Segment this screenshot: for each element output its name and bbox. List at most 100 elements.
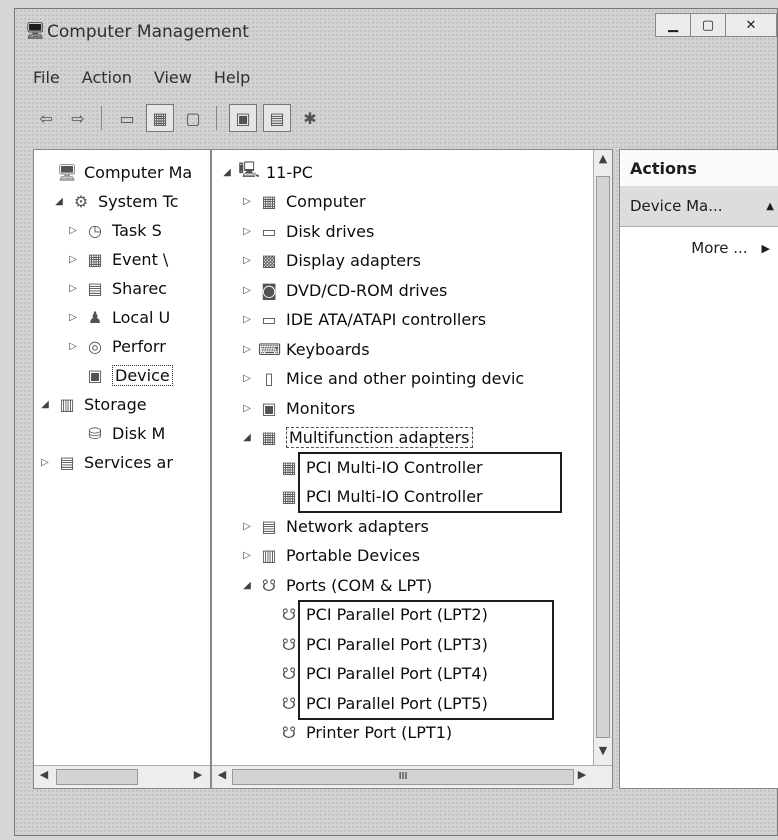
tree-item[interactable]: ▷ ▤ Services ar: [38, 448, 173, 476]
tree-item-label: Disk M: [112, 423, 166, 443]
device-manager-icon: ▣: [87, 365, 103, 385]
expand-arrow-icon[interactable]: ▷: [240, 344, 254, 355]
back-button[interactable]: ⇦: [33, 105, 59, 131]
tree-item[interactable]: ▷ ▤ Sharec: [66, 274, 167, 302]
expand-arrow-icon[interactable]: ▷: [38, 457, 52, 468]
tree-item[interactable]: ▷ ♟ Local U: [66, 303, 170, 331]
title-bar[interactable]: 🖥 Computer Management ▁ ▢ ✕: [15, 9, 777, 53]
tree-item[interactable]: 🖥 Computer Ma: [38, 158, 192, 186]
expand-arrow-icon[interactable]: ▷: [240, 285, 254, 296]
collapse-icon[interactable]: ▲: [766, 201, 774, 212]
scroll-right-icon[interactable]: ▶: [574, 768, 590, 781]
expand-arrow-icon[interactable]: ▷: [240, 373, 254, 384]
scroll-left-icon[interactable]: ◀: [214, 768, 230, 781]
expand-arrow-icon[interactable]: ▷: [66, 341, 80, 352]
computer-management-icon: 🖥: [25, 21, 46, 40]
device-horizontal-scrollbar[interactable]: ◀ III ▶: [212, 765, 612, 788]
menu-view[interactable]: View: [154, 68, 192, 87]
expand-arrow-icon[interactable]: ▷: [240, 314, 254, 325]
expand-arrow-icon[interactable]: ▷: [66, 312, 80, 323]
collapse-arrow-icon[interactable]: ◢: [52, 196, 66, 207]
maximize-button[interactable]: ▢: [690, 13, 726, 37]
tree-item-label: Disk drives: [286, 221, 375, 241]
minimize-button[interactable]: ▁: [655, 13, 691, 37]
scroll-left-icon[interactable]: ◀: [36, 768, 52, 781]
keyboard-icon: ⌨: [258, 339, 282, 359]
expand-arrow-icon[interactable]: ▷: [240, 196, 254, 207]
tree-item[interactable]: ◢ ▥ Storage: [38, 390, 146, 418]
console-icon: ▤: [269, 108, 285, 128]
menu-help[interactable]: Help: [214, 68, 250, 87]
network-adapter-icon: ▤: [261, 516, 277, 536]
system-tools-icon: ⚙: [73, 191, 89, 211]
tree-item[interactable]: ▷ ▩ Display adapters: [240, 247, 421, 275]
expand-arrow-icon[interactable]: ▷: [66, 254, 80, 265]
tree-item[interactable]: ▷ ▦ Computer: [240, 188, 365, 216]
scroll-up-icon[interactable]: ▲: [594, 152, 612, 172]
console-button[interactable]: ▤: [263, 104, 291, 132]
tree-item[interactable]: ◢ ⚙ System Tc: [52, 187, 178, 215]
actions-more-item[interactable]: More ... ▶: [620, 234, 778, 262]
tree-item[interactable]: ◢ ▦ Multifunction adapters: [240, 424, 473, 452]
tree-item[interactable]: ▷ ◙ DVD/CD-ROM drives: [240, 276, 447, 304]
scrollbar-thumb[interactable]: [56, 769, 138, 785]
tree-item[interactable]: ▣ Device: [66, 361, 173, 389]
tree-item[interactable]: ▷ ◷ Task S: [66, 216, 162, 244]
tree-item[interactable]: ▷ ▤ Network adapters: [240, 512, 429, 540]
scroll-down-icon[interactable]: ▼: [594, 744, 612, 764]
controller-icon: ▦: [281, 487, 297, 506]
scrollbar-thumb[interactable]: III: [232, 769, 574, 785]
tree-item[interactable]: ▷ ◎ Perforr: [66, 332, 166, 360]
scan-hardware-button[interactable]: ✱: [297, 105, 323, 131]
actions-section-device-manager[interactable]: Device Ma... ▲: [620, 186, 778, 227]
tree-item[interactable]: ▷ ▭ IDE ATA/ATAPI controllers: [240, 306, 486, 334]
tree-item[interactable]: ☋ Printer Port (LPT1): [260, 719, 452, 747]
tree-item[interactable]: ▷ ⌨ Keyboards: [240, 335, 369, 363]
expand-arrow-icon[interactable]: ▷: [240, 403, 254, 414]
services-icon: ▤: [59, 452, 75, 472]
multi-io-highlight-box: [298, 452, 562, 513]
port-icon: ☋: [281, 664, 297, 683]
help-button[interactable]: ▣: [229, 104, 257, 132]
tree-item[interactable]: ▷ ▥ Portable Devices: [240, 542, 420, 570]
tree-item[interactable]: ◢ 🖳 11-PC: [220, 158, 313, 186]
scroll-right-icon[interactable]: ▶: [190, 768, 206, 781]
tree-item[interactable]: ▷ ▣ Monitors: [240, 394, 355, 422]
submenu-arrow-icon: ▶: [761, 241, 770, 255]
tree-item[interactable]: ▷ ▯ Mice and other pointing devic: [240, 365, 524, 393]
left-horizontal-scrollbar[interactable]: ◀ ▶: [34, 765, 210, 788]
tree-item-label: Display adapters: [286, 251, 422, 270]
port-icon: ☋: [281, 723, 297, 742]
close-button[interactable]: ✕: [725, 13, 777, 37]
disk-drive-icon: ▭: [261, 221, 277, 241]
tree-item[interactable]: ◢ ☋ Ports (COM & LPT): [240, 571, 432, 599]
up-button[interactable]: ▭: [114, 105, 140, 131]
tree-item-label: Services ar: [84, 452, 173, 472]
menu-action[interactable]: Action: [82, 68, 132, 87]
show-hide-tree-button[interactable]: ▦: [146, 104, 174, 132]
expand-arrow-icon[interactable]: ▷: [66, 225, 80, 236]
vertical-scrollbar[interactable]: ▲ ▼: [593, 150, 612, 766]
collapse-arrow-icon[interactable]: ◢: [220, 167, 234, 178]
actions-header: Actions: [620, 150, 778, 187]
collapse-arrow-icon[interactable]: ◢: [240, 432, 254, 443]
expand-arrow-icon[interactable]: ▷: [240, 226, 254, 237]
actions-section-label: Device Ma...: [630, 197, 723, 215]
expand-arrow-icon[interactable]: ▷: [240, 550, 254, 561]
collapse-arrow-icon[interactable]: ◢: [38, 399, 52, 410]
tree-item[interactable]: ▷ ▭ Disk drives: [240, 217, 374, 245]
toolbar-separator: [101, 106, 104, 130]
menu-file[interactable]: File: [33, 68, 60, 87]
tree-item[interactable]: ⛁ Disk M: [66, 419, 165, 447]
properties-button[interactable]: ▢: [180, 105, 206, 131]
expand-arrow-icon[interactable]: ▷: [240, 255, 254, 266]
expand-arrow-icon[interactable]: ▷: [240, 521, 254, 532]
scrollbar-thumb[interactable]: [596, 176, 610, 738]
tree-item-label: Device: [112, 364, 173, 386]
collapse-arrow-icon[interactable]: ◢: [240, 580, 254, 591]
tree-item-label: Task S: [112, 220, 162, 240]
expand-arrow-icon[interactable]: ▷: [66, 283, 80, 294]
scan-hardware-icon: ✱: [303, 108, 317, 128]
forward-button[interactable]: ⇨: [65, 105, 91, 131]
tree-item[interactable]: ▷ ▦ Event \: [66, 245, 168, 273]
